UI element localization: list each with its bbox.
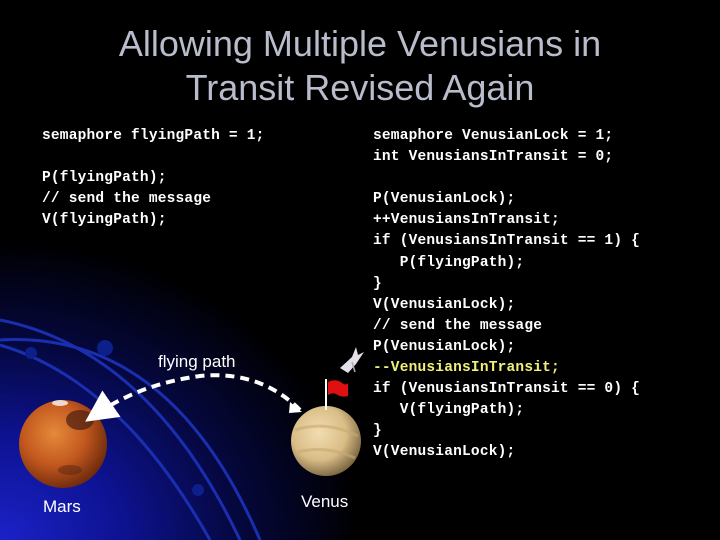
slide-title: Allowing Multiple Venusians in Transit R… [0,22,720,110]
code-line: if (VenusiansInTransit == 1) { [373,233,641,250]
code-line: V(VenusianLock); [373,296,516,313]
code-line: P(flyingPath); [42,170,167,187]
code-line: P(flyingPath); [373,254,525,271]
code-line: V(VenusianLock); [373,444,516,461]
mars-label: Mars [43,497,81,516]
slide-title-line1: Allowing Multiple Venusians in [118,23,602,64]
orbit-moon [25,347,37,359]
flying-path-label: flying path [158,352,236,371]
code-line: P(VenusianLock); [373,191,516,208]
code-block-revised: semaphore VenusianLock = 1; int Venusians… [373,126,640,464]
code-line: // send the message [373,317,543,334]
planet-venus-icon [291,406,361,476]
code-line: P(VenusianLock); [373,338,516,355]
code-line: } [373,423,382,440]
code-line: semaphore VenusianLock = 1; [373,128,614,144]
spaceship-icon [340,347,364,373]
code-line: } [373,275,382,292]
code-line: semaphore flyingPath = 1; [42,128,265,144]
code-line: if (VenusiansInTransit == 0) { [373,381,641,398]
code-line: V(flyingPath); [373,402,525,419]
venus-label: Venus [301,492,349,511]
orbit-moon [97,340,113,356]
planet-mars-icon [19,400,107,488]
code-line: int VenusiansInTransit = 0; [373,149,614,166]
code-line-highlighted: --VenusiansInTransit; [373,360,560,377]
code-line: ++VenusiansInTransit; [373,212,560,229]
orbit-moon [192,484,204,496]
slide-title-line2: Transit Revised Again [185,67,535,108]
code-line: V(flyingPath); [42,212,167,229]
code-line: // send the message [42,191,212,208]
code-block-simple: semaphore flyingPath = 1; P(flyingPath); /… [42,126,265,231]
red-flag-icon [325,379,348,410]
